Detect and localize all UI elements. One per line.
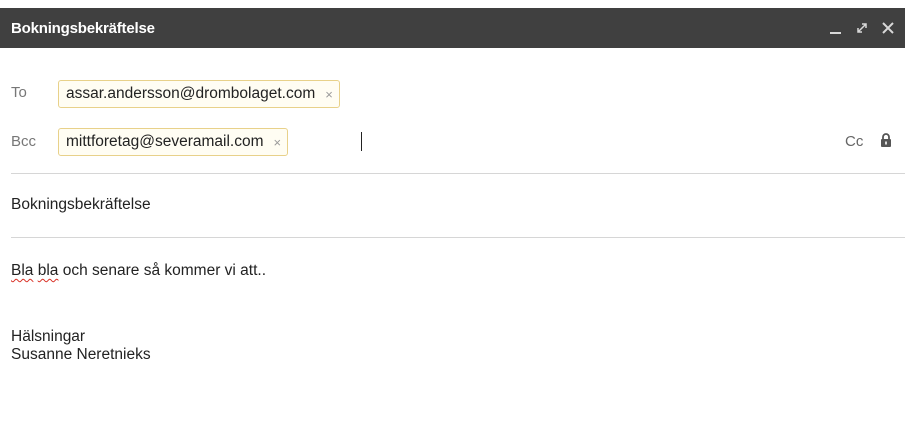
to-row: To assar.andersson@drombolaget.com × xyxy=(0,76,905,112)
expand-icon xyxy=(857,23,867,33)
bcc-label: Bcc xyxy=(11,133,37,150)
subject-divider xyxy=(11,237,905,238)
compose-titlebar: Bokningsbekräftelse xyxy=(0,8,905,48)
message-body-line[interactable]: Bla bla och senare så kommer vi att.. xyxy=(11,262,266,280)
misspelled-word: bla xyxy=(37,262,59,279)
close-button[interactable] xyxy=(875,8,901,48)
compose-window-title: Bokningsbekräftelse xyxy=(11,19,155,37)
recipient-chip[interactable]: mittforetag@severamail.com × xyxy=(58,128,289,156)
to-label: To xyxy=(11,84,27,101)
add-cc-link[interactable]: Cc xyxy=(845,133,863,150)
expand-button[interactable] xyxy=(849,8,875,48)
minimize-icon xyxy=(830,32,841,34)
minimize-button[interactable] xyxy=(823,8,849,48)
signoff-text[interactable]: Hälsningar xyxy=(11,328,85,346)
lock-icon[interactable] xyxy=(880,133,892,147)
recipients-divider xyxy=(11,173,905,174)
misspelled-word: Bla xyxy=(11,262,34,279)
bcc-row: Bcc mittforetag@severamail.com × Cc xyxy=(0,124,905,160)
chip-remove-icon[interactable]: × xyxy=(325,87,333,102)
recipient-email: mittforetag@severamail.com xyxy=(66,133,264,150)
chip-remove-icon[interactable]: × xyxy=(274,135,282,150)
window-controls xyxy=(823,8,905,48)
recipient-chip[interactable]: assar.andersson@drombolaget.com × xyxy=(58,80,340,108)
subject-field[interactable]: Bokningsbekräftelse xyxy=(11,196,151,214)
signature-text[interactable]: Susanne Neretnieks xyxy=(11,346,151,364)
close-icon xyxy=(882,22,894,34)
recipient-email: assar.andersson@drombolaget.com xyxy=(66,85,316,102)
text-cursor[interactable] xyxy=(361,132,362,151)
body-text: och senare så kommer vi att.. xyxy=(58,262,267,279)
